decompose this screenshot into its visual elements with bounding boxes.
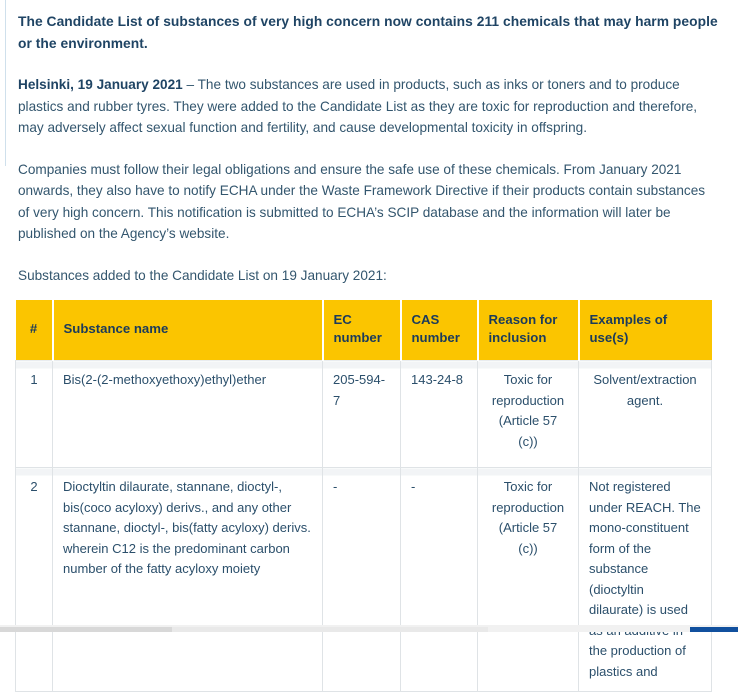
article-paragraph-2: Companies must follow their legal obliga…	[18, 161, 706, 242]
column-header-ec-number: EC number	[322, 300, 402, 361]
article-body: The Candidate List of substances of very…	[0, 0, 738, 286]
cell-substance-name: Bis(2-(2-methoxyethoxy)ethyl)ether	[52, 360, 323, 468]
article-dateline: Helsinki, 19 January 2021	[18, 77, 183, 92]
cell-cas-number: -	[400, 467, 478, 692]
cell-number: 1	[15, 360, 53, 468]
cell-number: 2	[15, 467, 53, 692]
table-row: 2 Dioctyltin dilaurate, stannane, diocty…	[15, 467, 712, 692]
column-header-substance-name: Substance name	[52, 300, 324, 361]
article-paragraph-1: Helsinki, 19 January 2021 – The two subs…	[18, 74, 720, 139]
cell-ec-number: 205-594-7	[322, 360, 401, 468]
column-header-reason: Reason for inclusion	[477, 300, 580, 361]
cell-substance-name: Dioctyltin dilaurate, stannane, dioctyl-…	[52, 467, 323, 692]
article-lede: The Candidate List of substances of very…	[18, 14, 718, 51]
candidate-list-table: # Substance name EC number CAS number Re…	[15, 300, 712, 692]
column-header-number: #	[15, 300, 54, 361]
table-scroll-container[interactable]: # Substance name EC number CAS number Re…	[15, 300, 712, 692]
horizontal-scrollbar-track[interactable]	[172, 627, 488, 632]
cell-examples-of-use: Solvent/extraction agent.	[578, 360, 712, 468]
column-header-cas-number: CAS number	[400, 300, 479, 361]
cell-cas-number: 143-24-8	[400, 360, 478, 468]
cell-examples-of-use: Not registered under REACH. The mono-con…	[578, 467, 712, 692]
horizontal-scrollbar-thumb[interactable]	[0, 627, 172, 632]
cell-ec-number: -	[322, 467, 401, 692]
cell-reason: Toxic for reproduction (Article 57 (c))	[477, 360, 579, 468]
table-row: 1 Bis(2-(2-methoxyethoxy)ethyl)ether 205…	[15, 360, 712, 468]
cell-reason: Toxic for reproduction (Article 57 (c))	[477, 467, 579, 692]
bottom-chrome-strip	[0, 625, 738, 632]
news-article: The Candidate List of substances of very…	[0, 0, 738, 692]
table-header-row: # Substance name EC number CAS number Re…	[15, 300, 712, 361]
taskbar-accent	[690, 627, 738, 632]
table-intro-text: Substances added to the Candidate List o…	[18, 267, 387, 283]
column-header-examples-of-use: Examples of use(s)	[578, 300, 712, 361]
